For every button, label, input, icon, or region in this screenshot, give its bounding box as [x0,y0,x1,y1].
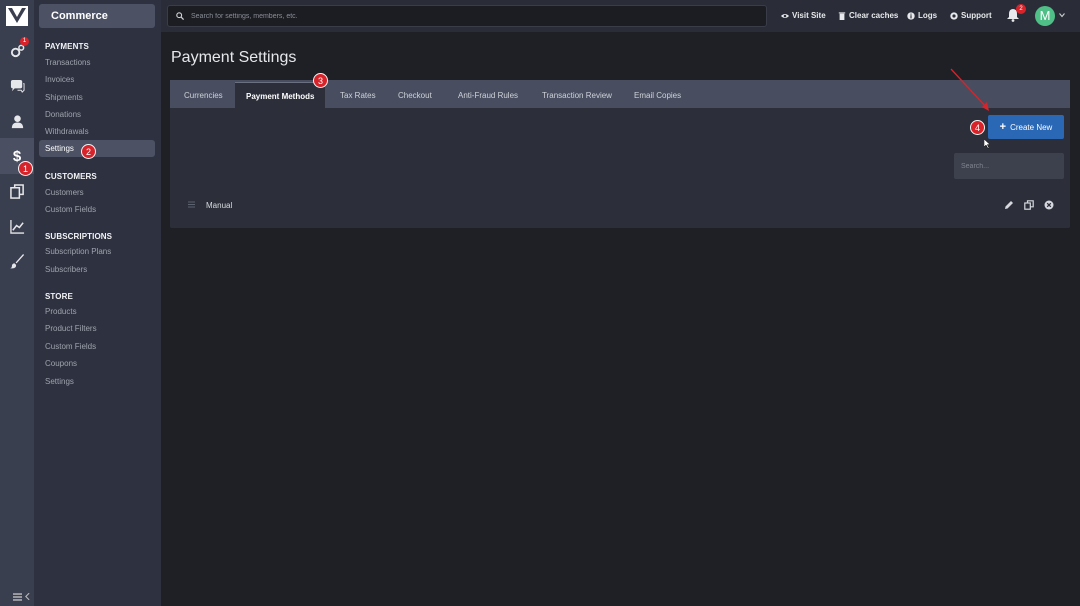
drag-handle-icon[interactable] [188,201,195,208]
rail-addons[interactable] [0,34,34,68]
clear-caches-link[interactable]: Clear caches [838,11,898,20]
chevron-left-icon [25,593,30,600]
eye-icon [781,13,789,18]
rail-content[interactable] [0,174,34,208]
copy-icon[interactable] [1024,200,1034,210]
tab-email-copies[interactable]: Email Copies [634,80,681,108]
top-bar: Visit Site Clear caches Logs Support 2 M [161,0,1080,32]
rail-stats[interactable] [0,209,34,243]
chevron-down-icon[interactable] [1059,12,1065,18]
sidebar-section-commerce[interactable]: Commerce [39,4,155,28]
sidebar-heading-payments: PAYMENTS [45,42,89,51]
sidebar-item-shipments[interactable]: Shipments [45,93,83,102]
support-icon [950,11,958,20]
trash-icon [838,11,846,20]
sidebar-item-subscribers[interactable]: Subscribers [45,265,87,274]
app: 1 $ 1 Commerce PAYMENTS Transactions Inv… [0,0,1080,606]
sidebar-item-withdrawals[interactable]: Withdrawals [45,127,89,136]
sidebar-item-products[interactable]: Products [45,307,77,316]
search-icon [176,12,184,20]
sidebar-heading-subscriptions: SUBSCRIPTIONS [45,232,113,241]
logo-icon[interactable] [5,5,29,27]
settings-tabs: Currencies Payment Methods Tax Rates Che… [170,80,1070,109]
info-circle-icon [907,11,915,20]
rail-members[interactable] [0,104,34,138]
tab-checkout[interactable]: Checkout [398,80,432,108]
mouse-cursor-icon [984,139,991,149]
edit-pencil-icon[interactable] [1004,200,1014,210]
table-row: Manual [170,194,1070,218]
chat-icon [10,79,25,93]
support-link[interactable]: Support [950,11,992,20]
icon-rail: 1 $ 1 [0,0,34,606]
sidebar-item-transactions[interactable]: Transactions [45,58,91,67]
visit-site-label: Visit Site [792,11,826,20]
sidebar-item-customers[interactable]: Customers [45,188,84,197]
brush-icon [9,253,24,268]
sidebar-item-store-settings[interactable]: Settings [45,377,74,386]
support-label: Support [961,11,992,20]
tab-anti-fraud-rules[interactable]: Anti-Fraud Rules [458,80,518,108]
page-title: Payment Settings [171,49,297,66]
methods-search-input[interactable] [954,153,1064,179]
sidebar-item-product-filters[interactable]: Product Filters [45,324,97,333]
rail-design[interactable] [0,244,34,278]
hamburger-icon [12,593,22,601]
annotation-badge-2: 2 [81,144,96,159]
chart-icon [9,219,24,234]
logs-link[interactable]: Logs [907,11,937,20]
tab-payment-methods[interactable]: Payment Methods [235,82,326,109]
clear-caches-label: Clear caches [849,11,899,20]
copy-icon [9,183,24,199]
annotation-arrow [950,68,989,111]
sidebar-item-customer-fields[interactable]: Custom Fields [45,205,96,214]
tab-transaction-review[interactable]: Transaction Review [542,80,612,108]
sidebar-collapse[interactable] [25,588,161,606]
sidebar-heading-store: STORE [45,292,73,301]
user-icon [11,114,23,128]
tab-tax-rates[interactable]: Tax Rates [340,80,376,108]
sidebar-item-settings[interactable]: Settings [39,140,155,157]
plus-icon: + [999,121,1007,133]
payment-method-name[interactable]: Manual [206,201,232,210]
visit-site-link[interactable]: Visit Site [781,11,826,20]
sidebar: Commerce PAYMENTS Transactions Invoices … [25,0,161,606]
avatar[interactable]: M [1035,6,1055,26]
sidebar-item-invoices[interactable]: Invoices [45,75,74,84]
delete-circle-icon[interactable] [1044,200,1054,210]
global-search[interactable] [167,5,767,27]
logs-label: Logs [918,11,938,20]
sidebar-item-subscription-plans[interactable]: Subscription Plans [45,247,111,256]
sidebar-item-coupons[interactable]: Coupons [45,359,77,368]
notifications-badge: 2 [1016,4,1026,14]
create-new-label: Create New [1010,122,1053,132]
tab-currencies[interactable]: Currencies [184,80,223,108]
create-new-button[interactable]: + Create New [988,115,1064,139]
annotation-badge-4: 4 [970,120,985,135]
annotation-badge-3: 3 [313,73,328,88]
sidebar-item-store-fields[interactable]: Custom Fields [45,342,96,351]
sidebar-item-donations[interactable]: Donations [45,110,81,119]
rail-chat[interactable] [0,69,34,103]
sidebar-heading-customers: CUSTOMERS [45,172,97,181]
payment-methods-panel: Currencies Payment Methods Tax Rates Che… [170,80,1070,228]
global-search-input[interactable] [191,12,751,20]
rail-gear-badge: 1 [20,37,29,46]
